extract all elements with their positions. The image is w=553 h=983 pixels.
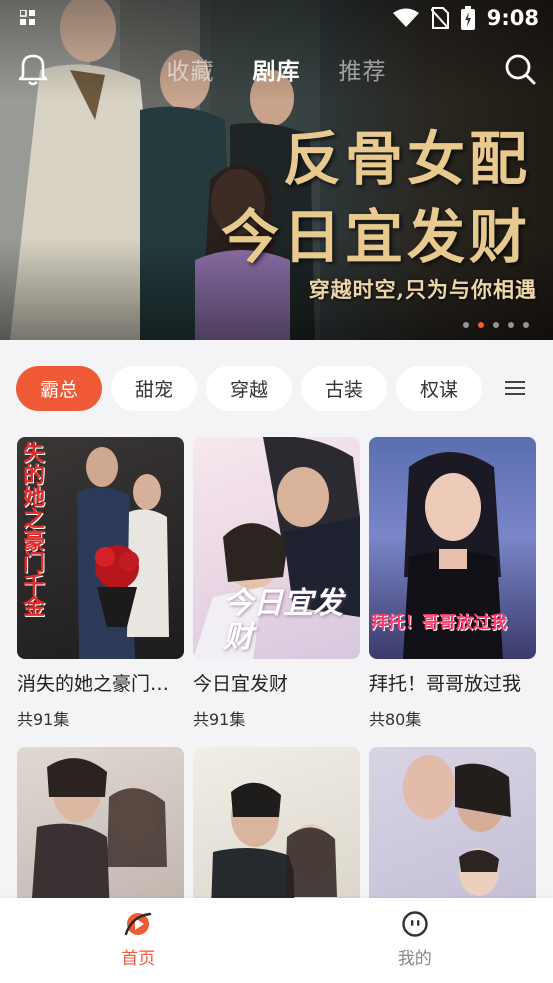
no-sim-icon [430,7,449,29]
menu-icon[interactable] [505,380,525,396]
episode-count: 共80集 [369,710,422,729]
category-chips: 霸总 甜宠 穿越 古装 权谋 [16,366,482,411]
tab-library[interactable]: 剧库 [253,52,301,86]
banner-title-line2: 今日宜发财 [220,203,531,271]
drama-card[interactable]: 今日宜发财 今日宜发财 共91集 [193,437,360,730]
poster-title-text: 今日宜发财 [223,586,343,655]
tab-recommend[interactable]: 推荐 [339,52,387,86]
category-chip[interactable]: 权谋 [396,366,482,411]
search-icon[interactable] [504,53,536,85]
category-chip-active[interactable]: 霸总 [16,366,102,411]
pagination-dot-active[interactable] [478,322,484,328]
category-chip[interactable]: 古装 [301,366,387,411]
pagination-dot[interactable] [493,322,499,328]
poster-title-text: 拜托！哥哥放过我 [371,613,507,633]
top-tabs: 收藏 剧库 推荐 [0,52,553,86]
drama-card[interactable]: 失的她之豪门千金 消失的她之豪门… 共91集 [17,437,184,730]
profile-face-icon [402,911,428,937]
drama-title[interactable]: 今日宜发财 [193,669,360,696]
pagination-dot[interactable] [523,322,529,328]
tab-favorites[interactable]: 收藏 [167,52,215,86]
pagination-dot[interactable] [508,322,514,328]
drama-title[interactable]: 拜托！哥哥放过我 [369,669,536,696]
drama-poster[interactable]: 失的她之豪门千金 [17,437,184,659]
banner-subtitle: 穿越时空,只为与你相遇 [308,277,537,302]
hero-banner[interactable]: 反骨女配 今日宜发财 穿越时空,只为与你相遇 [0,0,553,340]
nav-home-label: 首页 [121,949,156,969]
home-drama-icon [125,912,152,936]
status-time: 9:08 [486,6,539,30]
banner-title-line1: 反骨女配 [282,125,531,193]
episode-count: 共91集 [17,710,70,729]
nav-mine[interactable]: 我的 [277,898,553,983]
drama-card[interactable]: 拜托！哥哥放过我 拜托！哥哥放过我 共80集 [369,437,536,730]
episode-count: 共91集 [193,710,246,729]
nav-home[interactable]: 首页 [0,898,277,983]
drama-title[interactable]: 消失的她之豪门… [17,669,184,696]
pagination-dot[interactable] [463,322,469,328]
bottom-nav: 首页 我的 [0,898,553,983]
category-chip[interactable]: 甜宠 [111,366,197,411]
battery-charging-icon [460,6,475,30]
drama-poster[interactable]: 拜托！哥哥放过我 [369,437,536,659]
drama-poster[interactable]: 今日宜发财 [193,437,360,659]
category-chip[interactable]: 穿越 [206,366,292,411]
wifi-icon [392,8,419,27]
banner-pagination [463,322,529,328]
app-grid-icon [19,9,36,30]
poster-title-text: 失的她之豪门千金 [19,441,45,617]
nav-mine-label: 我的 [397,949,432,969]
status-bar: 9:08 [0,0,553,36]
